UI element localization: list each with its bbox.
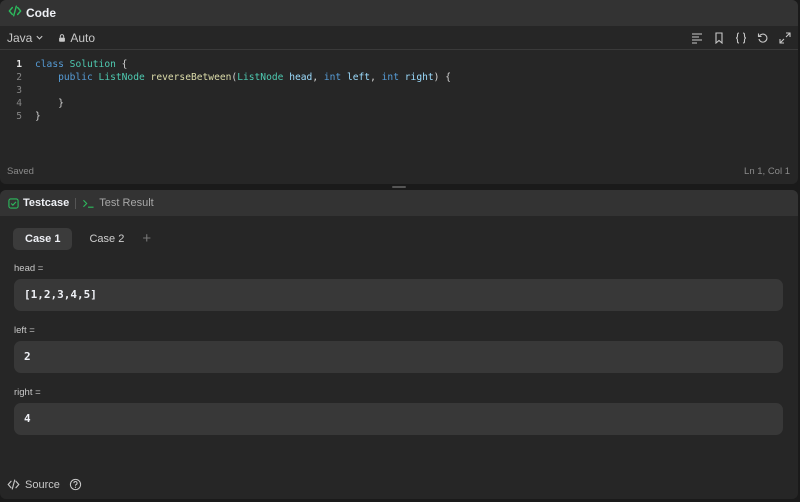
expand-icon[interactable] — [779, 31, 791, 44]
line-number: 4 — [16, 98, 22, 109]
tab-test-result-label: Test Result — [99, 197, 154, 209]
code-token: } — [35, 111, 41, 122]
tab-testcase[interactable]: Testcase — [8, 197, 69, 209]
code-line[interactable]: 4 } — [0, 97, 64, 110]
language-label: Java — [7, 30, 33, 45]
code-line-text: public ListNode reverseBetween(ListNode … — [22, 71, 451, 84]
param-label-right: right = — [14, 387, 41, 398]
auto-mode-toggle[interactable]: Auto — [57, 31, 95, 45]
code-line-text: } — [22, 110, 41, 123]
code-line[interactable]: 1 class Solution { — [0, 58, 127, 71]
tab-test-result[interactable]: Test Result — [82, 197, 154, 209]
code-token: , — [312, 72, 324, 83]
save-status: Saved — [7, 166, 34, 177]
chevron-down-icon — [36, 35, 43, 40]
test-panel: Testcase Test Result Case 1 Case 2 + hea… — [0, 190, 798, 499]
code-token: int — [323, 72, 342, 83]
param-input-right[interactable]: 4 — [14, 403, 783, 435]
code-token: int — [381, 72, 399, 83]
code-token: , — [370, 72, 382, 83]
tab-testcase-label: Testcase — [23, 197, 70, 209]
source-button[interactable]: Source — [25, 479, 60, 491]
terminal-icon — [83, 199, 94, 208]
case-tabs: Case 1 Case 2 + — [13, 228, 151, 250]
code-token: reverseBetween — [150, 72, 232, 83]
code-icon — [8, 4, 22, 23]
test-panel-footer: Source — [7, 478, 82, 491]
case-1-button[interactable]: Case 1 — [13, 228, 73, 250]
source-code-icon — [7, 479, 20, 490]
line-number: 5 — [16, 111, 22, 122]
code-token: Solution — [69, 59, 116, 70]
panel-resize-handle[interactable] — [392, 186, 406, 188]
checkbox-icon — [8, 197, 19, 209]
code-token: left — [346, 72, 371, 83]
code-editor[interactable]: 1 class Solution {2 public ListNode rever… — [0, 50, 798, 158]
code-token: head — [289, 72, 313, 83]
line-number: 1 — [16, 59, 22, 70]
case-2-button[interactable]: Case 2 — [77, 228, 136, 250]
help-icon[interactable] — [69, 478, 82, 491]
code-token: public — [58, 72, 93, 83]
code-token: ) { — [433, 72, 451, 83]
param-label-left: left = — [14, 325, 35, 336]
toolbar-actions — [691, 31, 791, 44]
param-input-left[interactable]: 2 — [14, 341, 783, 373]
code-panel: Code Java Auto 1 class Solution {2 public… — [0, 0, 798, 184]
code-line[interactable]: 5} — [0, 110, 41, 123]
lock-icon — [59, 33, 66, 42]
cursor-position: Ln 1, Col 1 — [744, 166, 790, 177]
test-tabs-bar: Testcase Test Result — [0, 190, 798, 216]
code-token: { — [115, 59, 128, 70]
reset-icon[interactable] — [757, 32, 769, 44]
code-line[interactable]: 2 public ListNode reverseBetween(ListNod… — [0, 71, 451, 84]
line-number: 3 — [16, 85, 22, 96]
code-token: ListNode — [98, 72, 145, 83]
bookmark-icon[interactable] — [713, 31, 725, 44]
editor-toolbar: Java Auto — [0, 26, 798, 50]
code-panel-header: Code — [0, 0, 798, 26]
editor-status-bar: Saved Ln 1, Col 1 — [0, 165, 798, 179]
param-input-head[interactable]: [1,2,3,4,5] — [14, 279, 783, 311]
format-icon[interactable] — [691, 32, 703, 44]
braces-icon[interactable] — [735, 31, 747, 44]
tab-divider — [75, 197, 77, 209]
code-token: ListNode — [237, 72, 284, 83]
code-line[interactable]: 3 — [0, 84, 81, 97]
code-line-text: } — [22, 97, 64, 110]
code-token: right — [404, 72, 434, 83]
language-selector[interactable]: Java — [7, 31, 44, 45]
mode-label: Auto — [70, 30, 96, 45]
code-line-text: class Solution { — [22, 58, 127, 71]
code-token: } — [35, 98, 64, 109]
param-label-head: head = — [14, 263, 44, 274]
line-number: 2 — [16, 72, 22, 83]
code-line-text — [22, 84, 81, 97]
add-case-button[interactable]: + — [142, 228, 151, 250]
code-token: class — [35, 59, 64, 70]
code-panel-title: Code — [26, 6, 56, 20]
